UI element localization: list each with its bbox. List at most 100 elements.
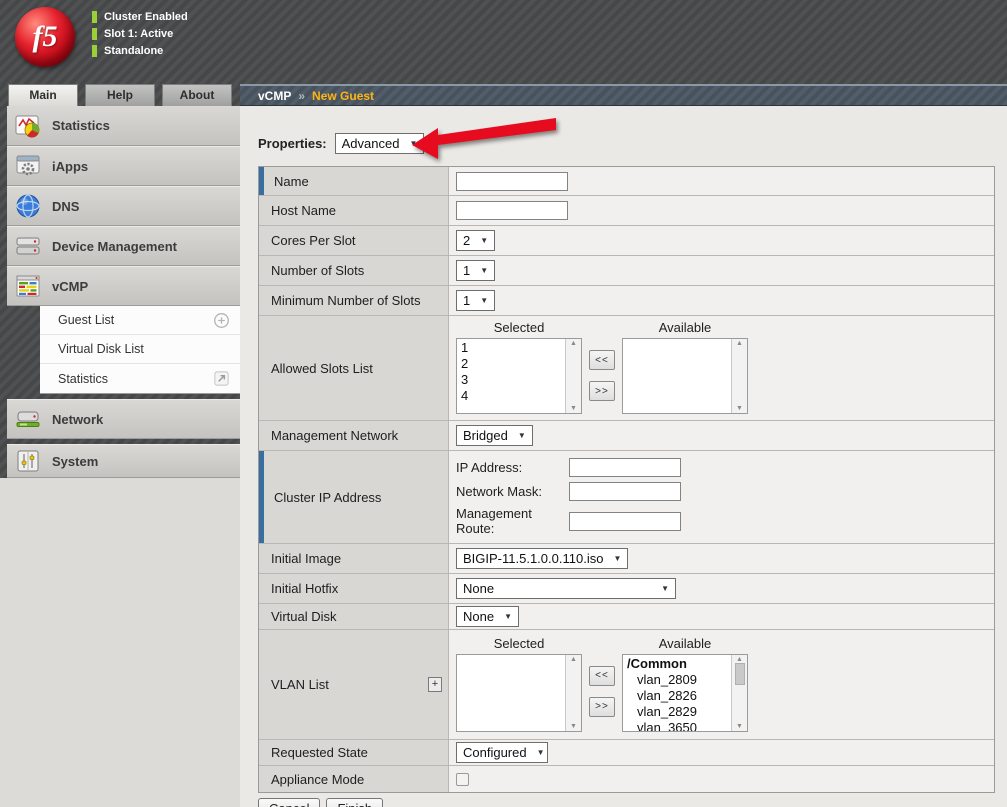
scroll-up-icon[interactable]: ▲	[736, 656, 743, 663]
appliance-mode-checkbox[interactable]	[456, 773, 469, 786]
breadcrumb-section[interactable]: vCMP	[258, 89, 291, 103]
sidebar-item-network[interactable]: Network	[7, 399, 240, 439]
selected-header: Selected	[494, 636, 545, 651]
cluster-ip-address-label: Cluster IP Address	[259, 451, 449, 543]
allowed-slots-selected-listbox[interactable]: 1 2 3 4 ▲ ▼	[456, 338, 582, 414]
vlan-add-button[interactable]: +	[428, 677, 442, 692]
cores-per-slot-label: Cores Per Slot	[259, 226, 449, 255]
number-of-slots-label: Number of Slots	[259, 256, 449, 285]
scroll-up-icon[interactable]: ▲	[570, 656, 577, 663]
red-arrow-annotation	[410, 114, 560, 167]
number-of-slots-dropdown[interactable]: 1 ▼	[456, 260, 495, 281]
cancel-button[interactable]: Cancel	[258, 798, 320, 807]
list-item[interactable]: 3	[461, 372, 565, 388]
tab-about[interactable]: About	[162, 84, 232, 106]
list-item[interactable]: vlan_2826	[627, 688, 731, 704]
list-item[interactable]: 1	[461, 340, 565, 356]
properties-row: Properties: Advanced ▼	[258, 130, 995, 156]
scrollbar[interactable]: ▲ ▼	[731, 655, 747, 731]
cores-per-slot-dropdown[interactable]: 2 ▼	[456, 230, 495, 251]
list-item[interactable]: vlan_2809	[627, 672, 731, 688]
form-row-number-of-slots: Number of Slots 1 ▼	[259, 256, 994, 286]
cores-per-slot-value: 2	[463, 233, 470, 248]
scrollbar-thumb[interactable]	[735, 663, 745, 685]
properties-label: Properties:	[258, 136, 327, 151]
name-input[interactable]	[456, 172, 568, 191]
sidebar-item-label: Network	[52, 412, 103, 427]
move-right-button[interactable]: >>	[589, 381, 615, 401]
submenu-item-guest-list[interactable]: Guest List	[40, 306, 240, 335]
status-text-standalone: Standalone	[104, 45, 163, 57]
sidebar-item-system[interactable]: System	[7, 444, 240, 478]
list-item[interactable]: 4	[461, 388, 565, 404]
nav-row: Main Help About vCMP » New Guest	[0, 84, 1007, 106]
scroll-up-icon[interactable]: ▲	[570, 340, 577, 347]
sidebar: Statistics iApps DNS	[0, 106, 240, 807]
sidebar-item-iapps[interactable]: iApps	[7, 146, 240, 186]
chevron-down-icon: ▼	[480, 296, 488, 305]
add-circle-icon[interactable]	[213, 312, 230, 329]
masthead: f5 Cluster Enabled Slot 1: Active Standa…	[0, 0, 1007, 84]
sidebar-item-label: System	[52, 454, 98, 469]
scroll-down-icon[interactable]: ▼	[736, 723, 743, 730]
form-row-cores-per-slot: Cores Per Slot 2 ▼	[259, 226, 994, 256]
sidebar-item-label: vCMP	[52, 279, 88, 294]
chevron-down-icon: ▼	[518, 431, 526, 440]
sidebar-item-device-management[interactable]: Device Management	[7, 226, 240, 266]
sidebar-item-dns[interactable]: DNS	[7, 186, 240, 226]
virtual-disk-dropdown[interactable]: None ▼	[456, 606, 519, 627]
scroll-up-icon[interactable]: ▲	[736, 340, 743, 347]
finish-button[interactable]: Finish	[326, 798, 383, 807]
minimum-number-of-slots-dropdown[interactable]: 1 ▼	[456, 290, 495, 311]
list-item[interactable]: vlan_2829	[627, 704, 731, 720]
list-item[interactable]: /Common	[627, 656, 731, 672]
tab-help[interactable]: Help	[85, 84, 155, 106]
vlan-available-listbox[interactable]: /Common vlan_2809 vlan_2826 vlan_2829 vl…	[622, 654, 748, 732]
form-row-cluster-ip-address: Cluster IP Address IP Address: Network M…	[259, 451, 994, 544]
management-route-input[interactable]	[569, 512, 681, 531]
sidebar-item-vcmp[interactable]: vCMP	[7, 266, 240, 306]
initial-hotfix-dropdown[interactable]: None ▼	[456, 578, 676, 599]
minimum-number-of-slots-value: 1	[463, 293, 470, 308]
list-item[interactable]: vlan_3650	[627, 720, 731, 732]
vlan-selected-listbox[interactable]: ▲ ▼	[456, 654, 582, 732]
tab-main[interactable]: Main	[8, 84, 78, 106]
scroll-down-icon[interactable]: ▼	[570, 405, 577, 412]
properties-dropdown-value: Advanced	[342, 136, 400, 151]
status-line: Slot 1: Active	[92, 28, 188, 40]
external-link-icon[interactable]	[213, 370, 230, 387]
move-left-button[interactable]: <<	[589, 350, 615, 370]
scrollbar[interactable]: ▲ ▼	[565, 655, 581, 731]
scroll-down-icon[interactable]: ▼	[570, 723, 577, 730]
requested-state-dropdown[interactable]: Configured ▼	[456, 742, 548, 763]
move-right-button[interactable]: >>	[589, 697, 615, 717]
ip-address-input[interactable]	[569, 458, 681, 477]
scrollbar[interactable]: ▲ ▼	[731, 339, 747, 413]
form-row-host-name: Host Name	[259, 196, 994, 226]
form-row-virtual-disk: Virtual Disk None ▼	[259, 604, 994, 630]
management-network-value: Bridged	[463, 428, 508, 443]
scrollbar[interactable]: ▲ ▼	[565, 339, 581, 413]
sidebar-item-statistics[interactable]: Statistics	[7, 106, 240, 146]
available-header: Available	[659, 636, 712, 651]
initial-image-value: BIGIP-11.5.1.0.0.110.iso	[463, 551, 603, 566]
list-item[interactable]: 2	[461, 356, 565, 372]
chevron-down-icon: ▼	[537, 748, 545, 757]
statistics-icon	[15, 113, 41, 139]
initial-image-dropdown[interactable]: BIGIP-11.5.1.0.0.110.iso ▼	[456, 548, 628, 569]
status-text-cluster: Cluster Enabled	[104, 11, 188, 23]
management-network-dropdown[interactable]: Bridged ▼	[456, 425, 533, 446]
sidebar-item-label: iApps	[52, 159, 88, 174]
chevron-down-icon: ▼	[613, 554, 621, 563]
submenu-item-label: Statistics	[58, 372, 108, 386]
allowed-slots-available-listbox[interactable]: ▲ ▼	[622, 338, 748, 414]
form-row-initial-image: Initial Image BIGIP-11.5.1.0.0.110.iso ▼	[259, 544, 994, 574]
scroll-down-icon[interactable]: ▼	[736, 405, 743, 412]
host-name-input[interactable]	[456, 201, 568, 220]
submenu-item-virtual-disk-list[interactable]: Virtual Disk List	[40, 335, 240, 364]
submenu-item-statistics[interactable]: Statistics	[40, 364, 240, 393]
move-left-button[interactable]: <<	[589, 666, 615, 686]
network-mask-input[interactable]	[569, 482, 681, 501]
requested-state-value: Configured	[463, 745, 527, 760]
form-row-appliance-mode: Appliance Mode	[259, 766, 994, 792]
